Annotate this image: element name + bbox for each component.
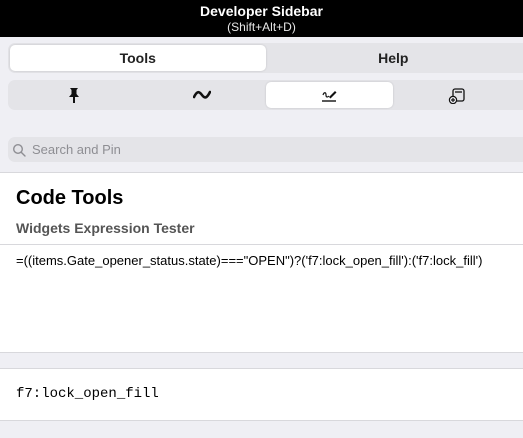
main-segmented-control: Tools Help bbox=[8, 43, 523, 73]
tab-add-widget[interactable] bbox=[393, 82, 521, 108]
search-bar bbox=[8, 137, 523, 162]
tools-segmented-control bbox=[8, 80, 523, 110]
search-input[interactable] bbox=[30, 141, 504, 158]
add-widget-icon bbox=[448, 88, 465, 104]
window-titlebar: Developer Sidebar (Shift+Alt+D) bbox=[0, 0, 523, 37]
tab-help[interactable]: Help bbox=[266, 45, 522, 71]
expression-result: f7:lock_open_fill bbox=[0, 368, 523, 421]
search-icon bbox=[12, 143, 26, 157]
pin-icon bbox=[68, 88, 79, 103]
tab-pin[interactable] bbox=[10, 82, 138, 108]
expression-editor: =((items.Gate_opener_status.state)==="OP… bbox=[0, 244, 523, 353]
result-value: f7:lock_open_fill bbox=[16, 386, 159, 402]
tab-tools[interactable]: Tools bbox=[10, 45, 266, 71]
signature-icon bbox=[322, 91, 337, 102]
window-title: Developer Sidebar bbox=[200, 3, 323, 19]
keyboard-shortcut: (Shift+Alt+D) bbox=[227, 20, 296, 34]
wave-icon bbox=[192, 90, 211, 99]
page-title: Code Tools bbox=[16, 187, 124, 209]
expression-input[interactable]: =((items.Gate_opener_status.state)==="OP… bbox=[0, 245, 523, 352]
tab-wave[interactable] bbox=[138, 82, 266, 108]
section-subtitle: Widgets Expression Tester bbox=[16, 220, 195, 236]
tab-code-tools[interactable] bbox=[265, 82, 394, 108]
